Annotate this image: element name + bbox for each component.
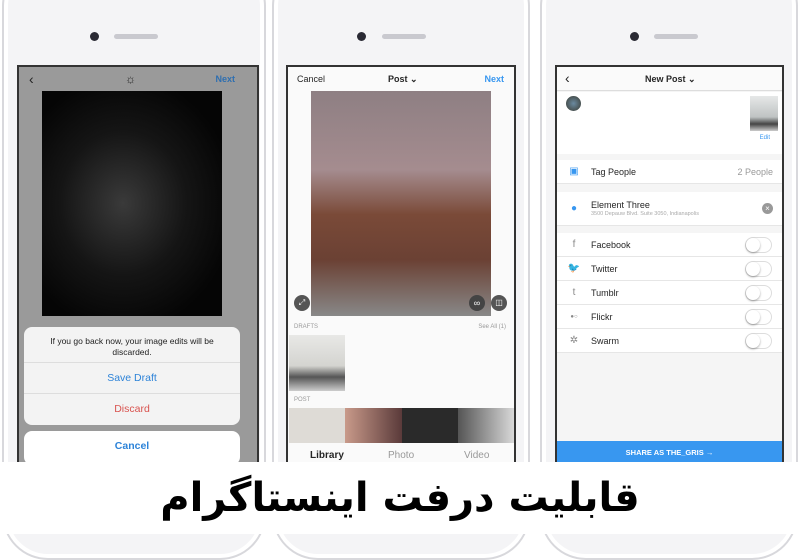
post-type-dropdown[interactable]: Post ⌄ (388, 74, 418, 85)
save-draft-button[interactable]: Save Draft (24, 363, 240, 394)
cancel-button[interactable]: Cancel (297, 74, 325, 84)
facebook-toggle[interactable] (745, 237, 772, 253)
tag-people-label: Tag People (591, 166, 637, 177)
banner-title: قابلیت درفت اینستاگرام (160, 475, 640, 521)
network-label: Flickr (591, 311, 613, 322)
tag-people-icon: ▣ (569, 166, 579, 177)
discard-dialog: If you go back now, your image edits wil… (24, 327, 240, 425)
flickr-toggle[interactable] (745, 309, 772, 325)
back-icon[interactable]: ‹ (565, 70, 570, 86)
brightness-icon[interactable]: ☼ (125, 72, 136, 86)
clear-location-icon[interactable]: × (762, 203, 773, 214)
page-title[interactable]: New Post ⌄ (645, 74, 696, 85)
library-screen: Cancel Post ⌄ Next ⤢ ∞ ◫ DRAFTS See All … (286, 65, 516, 465)
photo-preview (42, 91, 222, 316)
tag-people-count: 2 People (737, 166, 773, 177)
flickr-icon: ●○ (570, 313, 578, 320)
network-label: Twitter (591, 263, 618, 274)
library-thumbnail[interactable] (402, 408, 458, 443)
network-label: Swarm (591, 335, 620, 346)
share-twitter-row: 🐦 Twitter (557, 257, 782, 281)
next-button[interactable]: Next (215, 74, 235, 84)
tumblr-icon: t (572, 287, 576, 298)
swarm-icon: ✲ (569, 335, 579, 346)
speaker (114, 34, 158, 39)
discard-button[interactable]: Discard (24, 394, 240, 425)
front-camera (357, 32, 366, 41)
tab-library[interactable]: Library (310, 450, 344, 461)
location-row[interactable]: ● Element Three 3500 Depauw Blvd. Suite … (557, 192, 782, 226)
library-thumbnail[interactable] (289, 408, 345, 443)
layout-icon[interactable]: ◫ (491, 295, 507, 311)
share-tumblr-row: t Tumblr (557, 281, 782, 305)
boomerang-icon[interactable]: ∞ (469, 295, 485, 311)
network-label: Tumblr (591, 287, 619, 298)
speaker (654, 34, 698, 39)
post-label: POST (294, 397, 311, 403)
library-thumbnail[interactable] (458, 408, 514, 443)
front-camera (630, 32, 639, 41)
post-thumbnail (750, 96, 778, 131)
location-pin-icon: ● (570, 203, 578, 214)
front-camera (90, 32, 99, 41)
dialog-message: If you go back now, your image edits wil… (24, 327, 240, 363)
library-thumbnail[interactable] (345, 408, 402, 443)
tag-people-row[interactable]: ▣ Tag People 2 People (557, 160, 782, 184)
twitter-toggle[interactable] (745, 261, 772, 277)
facebook-icon: f (572, 239, 576, 250)
next-button[interactable]: Next (484, 74, 504, 84)
edit-screen: ‹ ☼ Next If you go back now, your image … (17, 65, 259, 465)
selected-photo (311, 91, 491, 316)
tab-photo[interactable]: Photo (388, 450, 414, 461)
caption-area[interactable] (557, 92, 782, 154)
edit-link[interactable]: Edit (760, 135, 770, 141)
twitter-icon: 🐦 (567, 263, 581, 274)
avatar (566, 96, 581, 111)
caption-banner: قابلیت درفت اینستاگرام (0, 462, 800, 534)
cancel-button[interactable]: Cancel (24, 431, 240, 463)
location-name: Element Three (591, 200, 650, 210)
share-flickr-row: ●○ Flickr (557, 305, 782, 329)
tab-video[interactable]: Video (464, 450, 489, 461)
next-label: Next (484, 74, 504, 84)
share-facebook-row: f Facebook (557, 233, 782, 257)
drafts-label: DRAFTS (294, 324, 318, 330)
speaker (382, 34, 426, 39)
draft-thumbnail[interactable] (289, 335, 345, 391)
back-icon[interactable]: ‹ (29, 71, 34, 87)
network-label: Facebook (591, 239, 631, 250)
expand-icon[interactable]: ⤢ (294, 295, 310, 311)
tumblr-toggle[interactable] (745, 285, 772, 301)
swarm-toggle[interactable] (745, 333, 772, 349)
see-all-link[interactable]: See All (1) (478, 324, 506, 330)
share-swarm-row: ✲ Swarm (557, 329, 782, 353)
new-post-screen: ‹ New Post ⌄ Edit ▣ Tag People 2 People … (555, 65, 784, 465)
location-address: 3500 Depauw Blvd. Suite 3050, Indianapol… (591, 211, 699, 217)
